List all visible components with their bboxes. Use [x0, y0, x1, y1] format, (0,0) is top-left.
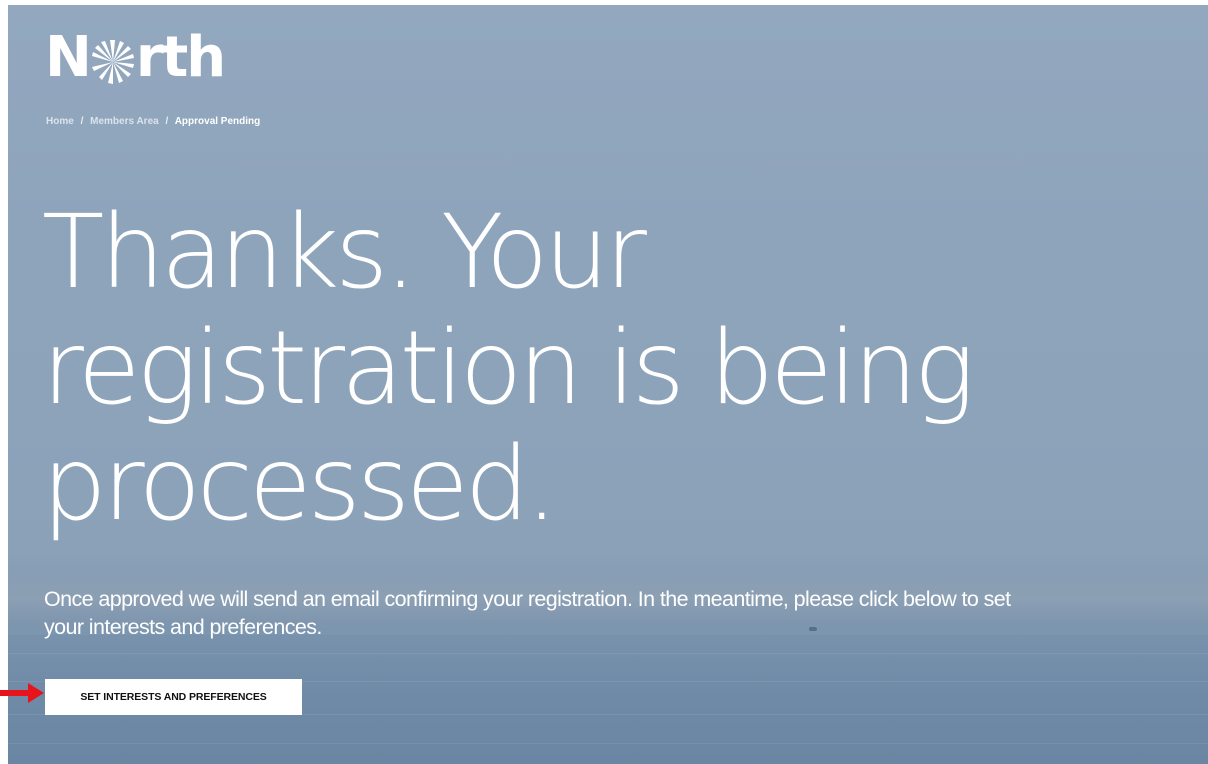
breadcrumb-members-area[interactable]: Members Area: [90, 116, 159, 127]
red-arrow-annotation-icon: [0, 683, 44, 703]
breadcrumb: Home / Members Area / Approval Pending: [46, 116, 260, 127]
breadcrumb-current: Approval Pending: [174, 116, 261, 127]
set-interests-button[interactable]: SET INTERESTS AND PREFERENCES: [45, 679, 302, 715]
breadcrumb-separator: /: [165, 116, 169, 127]
sea-line: [8, 743, 1208, 744]
sunburst-icon: [91, 40, 134, 84]
page-title-line: registration is being: [42, 309, 975, 428]
sea-line: [8, 653, 1208, 654]
intro-text-line: your interests and preferences.: [44, 615, 322, 639]
intro-text: Once approved we will send an email conf…: [44, 585, 1204, 641]
breadcrumb-separator: /: [80, 116, 84, 127]
logo-letter-n: N: [45, 25, 92, 90]
page-title-line: processed.: [42, 425, 558, 544]
page-title-line: Thanks. Your: [42, 193, 647, 312]
breadcrumb-home[interactable]: Home: [46, 116, 74, 127]
hero-background: N rth Home / Members Area / Approval Pen…: [8, 5, 1208, 764]
north-logo[interactable]: N rth: [45, 25, 226, 90]
logo-letters-rth: rth: [135, 25, 226, 90]
page-title: Thanks. Your registration is being proce…: [42, 195, 1192, 543]
intro-text-line: Once approved we will send an email conf…: [44, 587, 1011, 611]
